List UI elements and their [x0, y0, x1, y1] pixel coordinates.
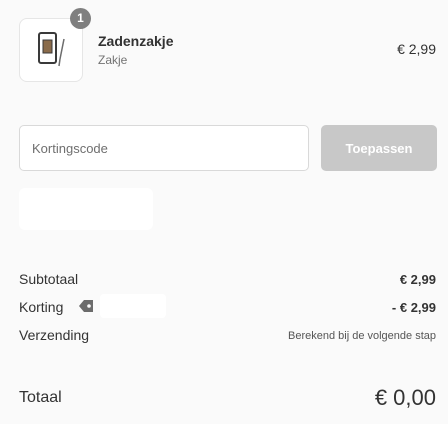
discount-label: Korting	[19, 299, 64, 315]
applied-code-chip	[100, 294, 166, 318]
shipping-value: Berekend bij de volgende stap	[288, 330, 436, 342]
subtotal-value: € 2,99	[399, 272, 436, 287]
apply-discount-button[interactable]: Toepassen	[321, 125, 437, 171]
product-price: € 2,99	[397, 41, 436, 57]
discount-chip-placeholder	[19, 188, 153, 230]
discount-code-input[interactable]	[19, 125, 309, 171]
seed-packet-icon	[38, 32, 65, 67]
product-name: Zadenzakje	[98, 33, 174, 49]
shipping-label: Verzending	[19, 327, 90, 343]
product-thumbnail	[19, 18, 83, 82]
quantity-badge: 1	[70, 8, 91, 29]
product-variant: Zakje	[98, 53, 128, 67]
tag-icon	[79, 300, 93, 312]
subtotal-label: Subtotaal	[19, 271, 79, 287]
total-value: € 0,00	[374, 385, 436, 410]
order-summary: 1 Zadenzakje Zakje € 2,99 Toepassen Subt…	[0, 0, 448, 424]
discount-value: - € 2,99	[391, 300, 436, 315]
total-label: Totaal	[19, 389, 62, 406]
